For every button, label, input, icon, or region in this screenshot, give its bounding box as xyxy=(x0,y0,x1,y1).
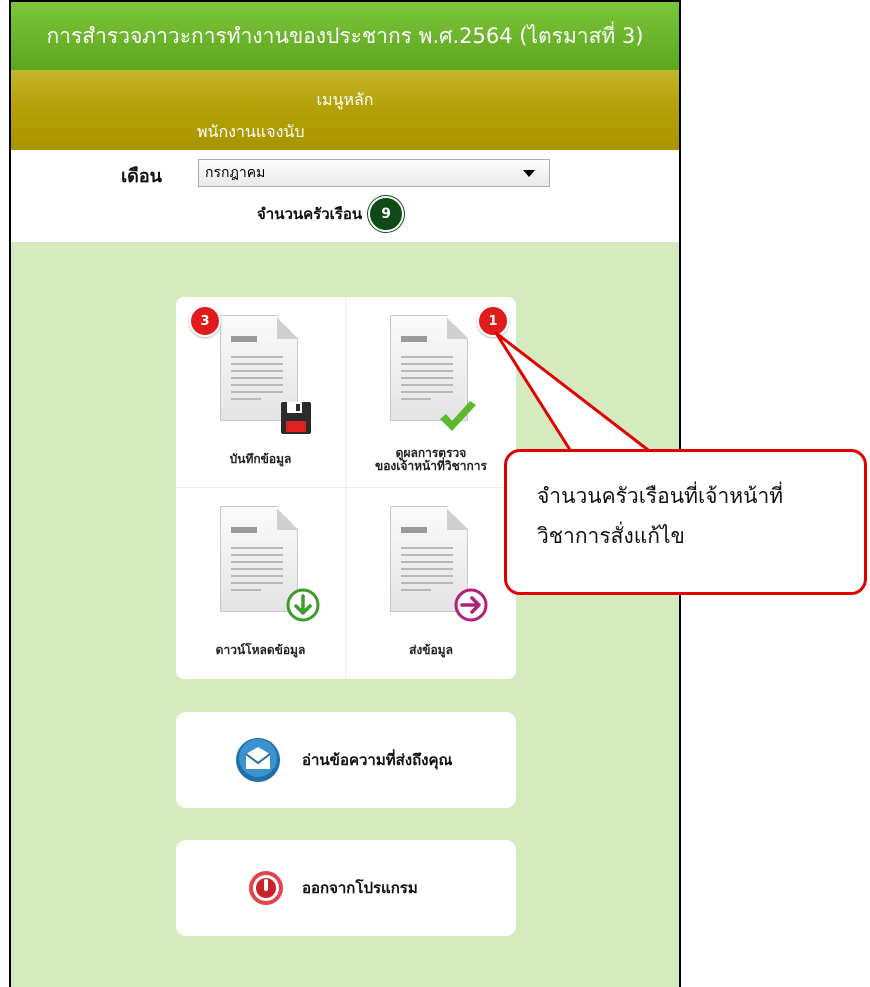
exit-program-button[interactable]: ออกจากโปรแกรม xyxy=(176,840,516,936)
household-label: จำนวนครัวเรือน xyxy=(257,205,363,223)
tile-download-label: ดาวน์โหลดข้อมูล xyxy=(215,643,306,657)
main-menu-grid: 3 บันทึกข้อมูล 1 ดูผลการตรวจ ของเจ้าหน้า… xyxy=(176,297,516,679)
month-select[interactable]: กรกฎาคม xyxy=(198,159,550,187)
filter-area: เดือน กรกฎาคม จำนวนครัวเรือน 9 xyxy=(11,150,679,242)
household-count-badge: 9 xyxy=(368,196,405,232)
check-icon xyxy=(440,401,476,431)
menu-bar: เมนูหลัก พนักงานแจงนับ xyxy=(11,70,679,150)
tile-record-label: บันทึกข้อมูล xyxy=(229,452,292,466)
download-arrow-icon xyxy=(286,588,320,622)
user-role: พนักงานแจงนับ xyxy=(197,122,305,141)
month-select-value: กรกฎาคม xyxy=(205,165,266,181)
tile-review-results[interactable]: 1 ดูผลการตรวจ ของเจ้าหน้าที่วิชาการ xyxy=(346,297,516,488)
tile-review-label-line2: ของเจ้าหน้าที่วิชาการ xyxy=(375,459,487,473)
app-title: การสำรวจภาวะการทำงานของประชากร พ.ศ.2564 … xyxy=(46,23,644,48)
exit-program-label: ออกจากโปรแกรม xyxy=(302,879,418,897)
menu-title: เมนูหลัก xyxy=(316,90,374,109)
app-title-bar: การสำรวจภาวะการทำงานของประชากร พ.ศ.2564 … xyxy=(11,2,679,70)
power-icon xyxy=(249,871,283,905)
tile-download-data[interactable]: ดาวน์โหลดข้อมูล xyxy=(176,488,346,679)
annotation-callout: จำนวนครัวเรือนที่เจ้าหน้าที่ วิชาการสั่ง… xyxy=(504,449,867,595)
month-label: เดือน xyxy=(121,166,162,187)
envelope-icon xyxy=(236,738,280,782)
floppy-disk-icon xyxy=(281,402,311,434)
household-count-row: จำนวนครัวเรือน 9 xyxy=(257,196,405,232)
tile-review-label: ดูผลการตรวจ ของเจ้าหน้าที่วิชาการ xyxy=(346,447,516,473)
tile-review-label-line1: ดูผลการตรวจ xyxy=(395,446,467,460)
caret-down-icon xyxy=(523,170,535,177)
tile-record-data[interactable]: 3 บันทึกข้อมูล xyxy=(176,297,346,488)
tile-send-label: ส่งข้อมูล xyxy=(409,643,453,657)
read-messages-button[interactable]: อ่านข้อความที่ส่งถึงคุณ xyxy=(176,712,516,808)
tile-send-data[interactable]: ส่งข้อมูล xyxy=(346,488,516,679)
read-messages-label: อ่านข้อความที่ส่งถึงคุณ xyxy=(302,751,453,769)
record-count-badge: 3 xyxy=(189,305,221,337)
review-count-badge: 1 xyxy=(477,305,509,337)
callout-line1: จำนวนครัวเรือนที่เจ้าหน้าที่ xyxy=(537,484,784,508)
callout-line2: วิชาการสั่งแก้ไข xyxy=(537,524,685,548)
send-arrow-icon xyxy=(454,588,488,622)
